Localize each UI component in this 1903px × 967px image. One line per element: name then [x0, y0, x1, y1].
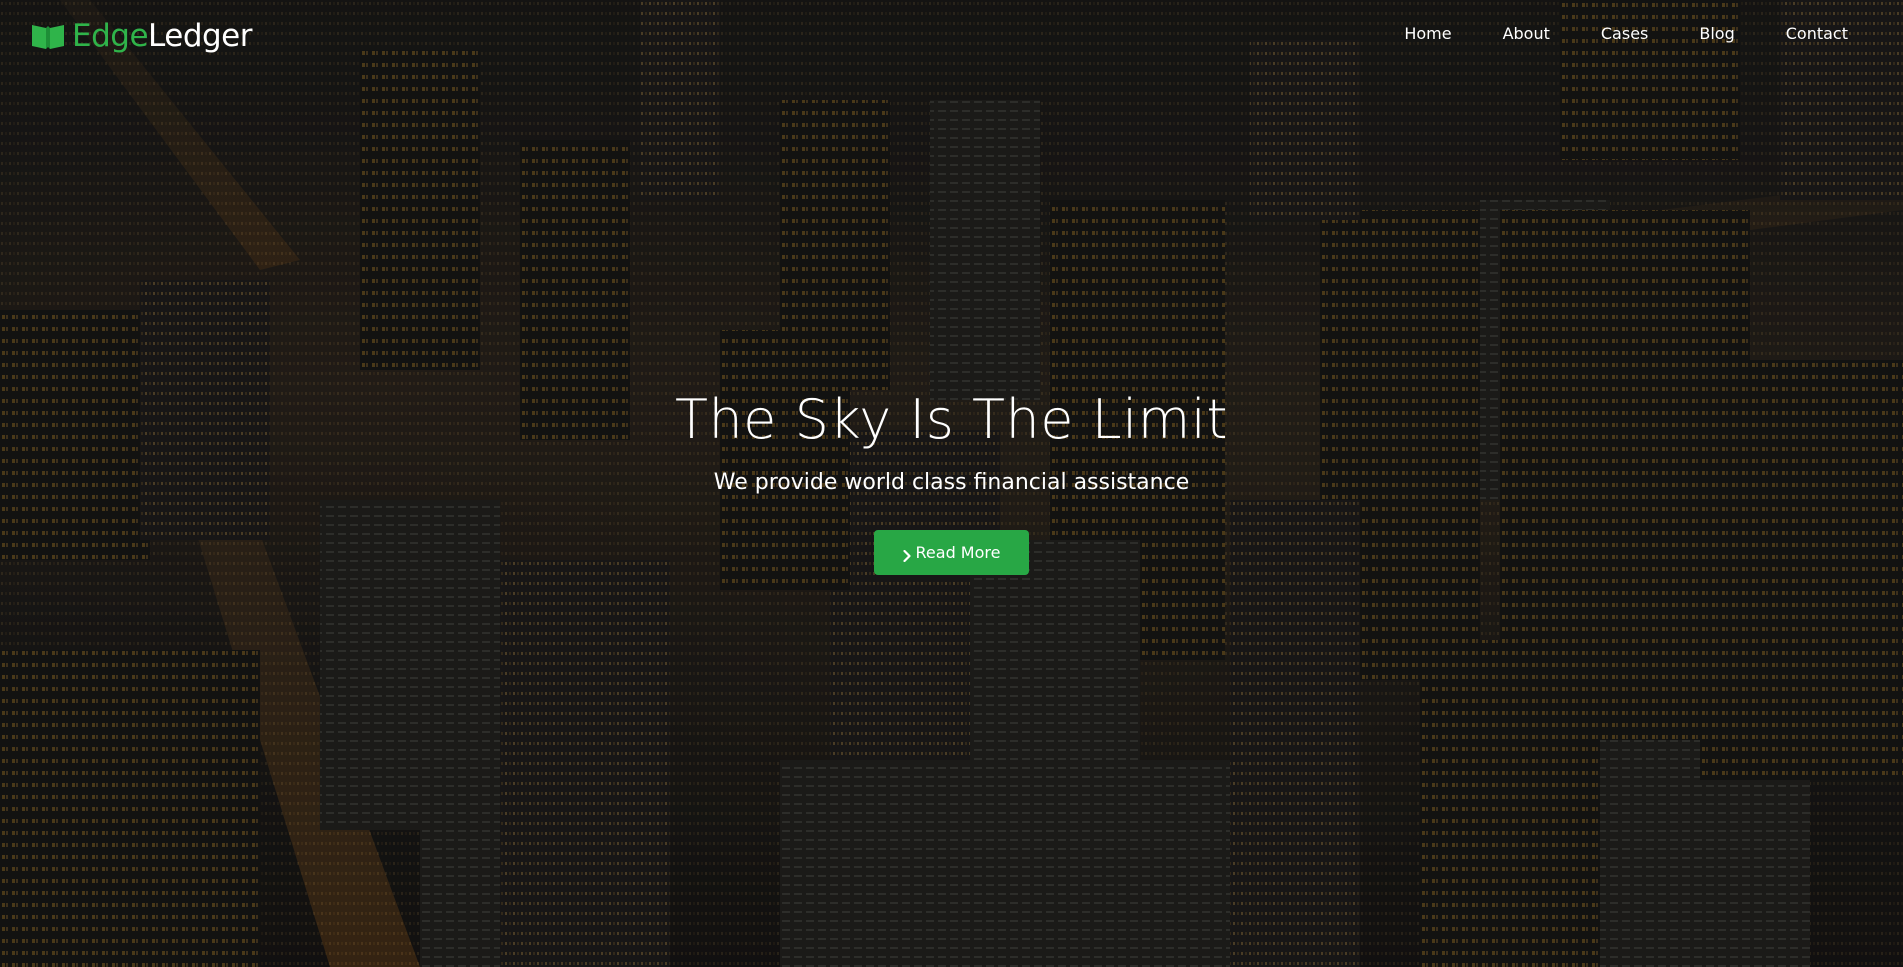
nav-blog[interactable]: Blog [1699, 22, 1734, 46]
top-navbar: EdgeLedger Home About Cases Blog Contact [0, 0, 1903, 70]
read-more-label: Read More [915, 543, 1001, 562]
nav-cases[interactable]: Cases [1601, 22, 1649, 46]
brand-name-ledger: Ledger [148, 18, 252, 54]
brand-name: EdgeLedger [72, 16, 252, 56]
read-more-button[interactable]: Read More [874, 530, 1029, 575]
chevron-right-icon [902, 547, 911, 562]
hero-section: EdgeLedger Home About Cases Blog Contact… [0, 0, 1903, 967]
hero-content: The Sky Is The Limit We provide world cl… [0, 385, 1903, 575]
book-icon [30, 22, 66, 50]
nav-contact[interactable]: Contact [1786, 22, 1848, 46]
hero-title: The Sky Is The Limit [674, 388, 1229, 451]
brand-logo-link[interactable]: EdgeLedger [30, 16, 252, 56]
brand-name-edge: Edge [72, 18, 149, 54]
nav-links: Home About Cases Blog Contact [1353, 22, 1848, 46]
nav-about[interactable]: About [1503, 22, 1550, 46]
nav-home[interactable]: Home [1404, 22, 1451, 46]
hero-subtitle: We provide world class financial assista… [713, 470, 1190, 495]
